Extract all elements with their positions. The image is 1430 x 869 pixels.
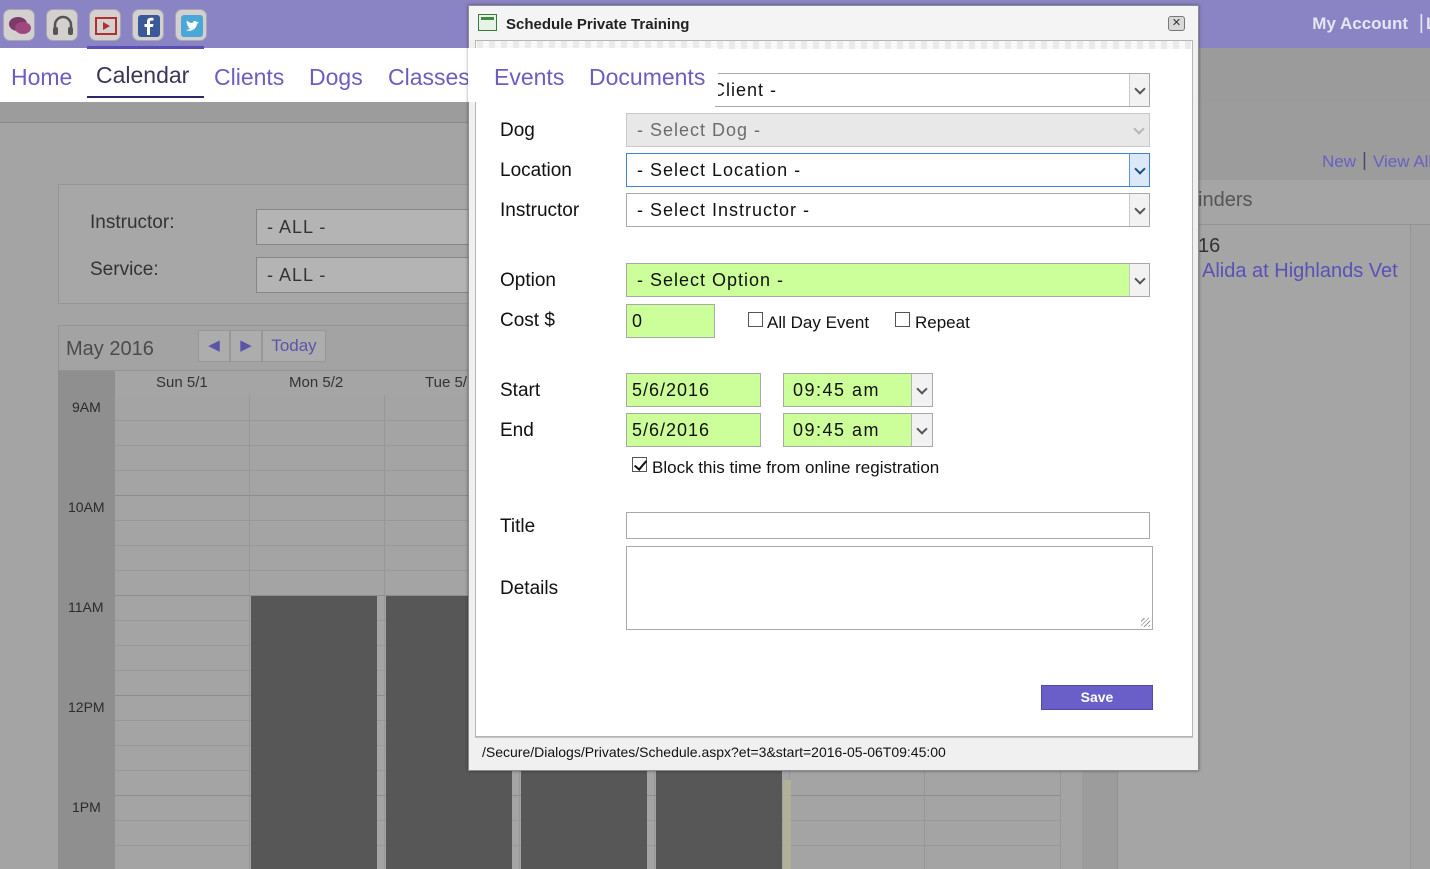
account-separator: | <box>1418 12 1424 34</box>
nav-classes[interactable]: Classes <box>388 64 470 91</box>
view-all-link[interactable]: View All <box>1373 152 1430 172</box>
details-textarea[interactable] <box>626 546 1153 630</box>
instructor-filter-select[interactable]: - ALL - <box>256 209 476 245</box>
instructor-select-value: - Select Instructor - <box>637 200 811 220</box>
side-links-separator: | <box>1362 150 1367 171</box>
time-gutter <box>58 371 115 869</box>
today-button[interactable]: Today <box>262 330 326 362</box>
end-date-input[interactable]: 5/6/2016 <box>626 413 761 447</box>
location-label: Location <box>500 160 572 181</box>
end-time-value: 09:45 am <box>793 420 881 440</box>
status-url: /Secure/Dialogs/Privates/Schedule.aspx?e… <box>482 744 946 760</box>
details-label: Details <box>500 578 559 599</box>
today-column-marker <box>783 780 791 869</box>
active-tab-underline <box>87 96 204 98</box>
start-time-value: 09:45 am <box>793 380 881 400</box>
start-label: Start <box>500 380 541 401</box>
calendar-month-title: May 2016 <box>66 338 154 360</box>
headset-icon[interactable] <box>46 9 78 41</box>
start-date-input[interactable]: 5/6/2016 <box>626 373 761 407</box>
time-label-9am: 9AM <box>72 399 101 415</box>
day-header-sun: Sun 5/1 <box>156 374 208 391</box>
chevron-down-icon <box>1129 114 1149 146</box>
twitter-icon[interactable] <box>175 9 207 41</box>
my-account-link[interactable]: My Account <box>1312 14 1408 34</box>
chevron-down-icon <box>1129 194 1149 226</box>
all-day-label: All Day Event <box>767 313 870 332</box>
nav-events-overlay[interactable]: Events <box>494 64 564 91</box>
location-select[interactable]: - Select Location - <box>626 153 1150 187</box>
new-reminder-link[interactable]: New <box>1322 152 1356 172</box>
nav-dogs[interactable]: Dogs <box>309 64 363 91</box>
all-day-checkbox[interactable] <box>748 312 763 327</box>
title-label: Title <box>500 516 536 537</box>
nav-documents-overlay[interactable]: Documents <box>589 64 705 91</box>
end-label: End <box>500 420 534 441</box>
reminder-link[interactable]: Alida at Highlands Vet <box>1202 260 1398 283</box>
repeat-label: Repeat <box>915 313 970 332</box>
block-online-registration-checkbox[interactable] <box>632 457 647 472</box>
chevron-down-icon <box>911 414 932 446</box>
day-header-mon: Mon 5/2 <box>289 374 344 391</box>
prev-week-button[interactable]: ◀ <box>198 330 230 362</box>
dialog-title: Schedule Private Training <box>506 16 690 33</box>
block-online-registration-label: Block this time from online registration <box>652 458 940 477</box>
service-filter-select[interactable]: - ALL - <box>256 257 476 293</box>
start-time-select[interactable]: 09:45 am <box>783 373 933 407</box>
chevron-down-icon <box>1129 154 1149 186</box>
resize-grip-icon[interactable] <box>1141 618 1150 627</box>
time-label-10am: 10AM <box>68 499 105 515</box>
cost-label: Cost $ <box>500 310 555 331</box>
facebook-icon[interactable] <box>132 9 164 41</box>
time-label-12pm: 12PM <box>68 699 105 715</box>
chevron-down-icon <box>1129 264 1149 296</box>
form-icon <box>478 14 497 31</box>
instructor-label: Instructor <box>500 200 580 221</box>
title-input[interactable] <box>626 512 1150 539</box>
dog-select: - Select Dog - <box>626 113 1150 147</box>
unavailable-block <box>251 596 377 869</box>
video-icon[interactable] <box>89 9 121 41</box>
chat-icon[interactable] <box>3 9 35 41</box>
reminders-title: inders <box>1198 189 1253 211</box>
nav-calendar[interactable]: Calendar <box>96 62 189 89</box>
cost-input[interactable]: 0 <box>626 304 715 338</box>
dog-label: Dog <box>500 120 535 141</box>
time-label-11am: 11AM <box>68 599 104 615</box>
day-column-divider <box>384 395 385 869</box>
reminders-scrollbar[interactable] <box>1410 225 1430 869</box>
close-icon[interactable]: ✕ <box>1168 16 1185 31</box>
option-select[interactable]: - Select Option - <box>626 263 1150 297</box>
dog-select-value: - Select Dog - <box>637 120 762 140</box>
option-select-value: - Select Option - <box>637 270 785 290</box>
location-select-value: - Select Location - <box>637 160 802 180</box>
instructor-select[interactable]: - Select Instructor - <box>626 193 1150 227</box>
day-header-tue: Tue 5/ <box>425 374 467 391</box>
active-tab-indicator <box>87 46 204 49</box>
nav-home[interactable]: Home <box>11 64 72 91</box>
next-week-button[interactable]: ▶ <box>230 330 262 362</box>
time-label-1pm: 1PM <box>72 799 101 815</box>
reminder-date: 16 <box>1198 235 1221 257</box>
dialog-titlebar[interactable]: Schedule Private Training ✕ <box>469 6 1198 40</box>
nav-clients[interactable]: Clients <box>214 64 284 91</box>
chevron-down-icon <box>1129 74 1149 106</box>
chevron-down-icon <box>911 374 932 406</box>
end-time-select[interactable]: 09:45 am <box>783 413 933 447</box>
repeat-checkbox[interactable] <box>895 312 910 327</box>
service-filter-label: Service: <box>90 259 159 280</box>
save-button[interactable]: Save <box>1041 685 1153 710</box>
day-column-divider <box>249 395 250 869</box>
logout-link-cut[interactable]: L <box>1426 14 1430 34</box>
instructor-filter-label: Instructor: <box>90 212 175 233</box>
option-label: Option <box>500 270 556 291</box>
